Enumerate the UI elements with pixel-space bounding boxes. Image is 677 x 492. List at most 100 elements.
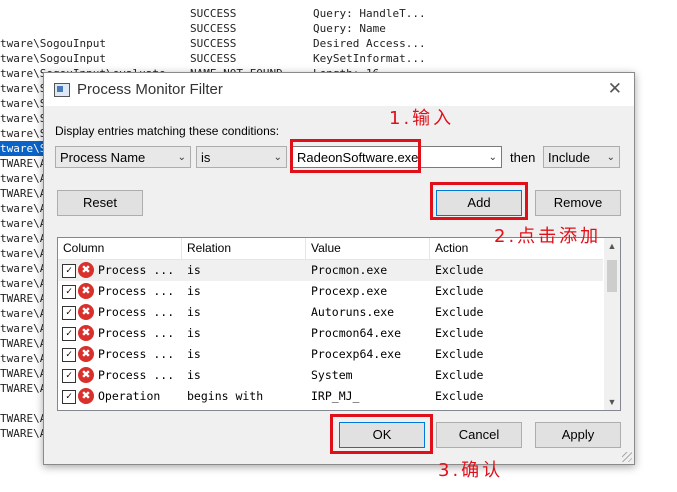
chevron-down-icon: ⌄: [488, 152, 497, 163]
annotation-step1: 1.输入: [389, 108, 455, 129]
filter-cell-relation: is: [187, 368, 201, 382]
apply-button[interactable]: Apply: [535, 422, 621, 448]
scroll-up-icon[interactable]: ▲: [604, 238, 620, 254]
log-cell-detail: Query: HandleT...: [313, 7, 426, 20]
annotation-box-add: [430, 182, 528, 220]
log-cell-path: TWARE\A: [0, 187, 47, 200]
header-relation[interactable]: Relation: [182, 238, 306, 259]
resize-grip[interactable]: [622, 452, 632, 462]
app-icon: [54, 83, 70, 97]
log-row[interactable]: tware\SogouInput SUCCESS KeySetInformat...: [0, 51, 677, 66]
exclude-icon: ✖: [78, 325, 94, 341]
log-cell-detail: Desired Access...: [313, 37, 426, 50]
filter-enabled-checkbox[interactable]: ✓: [62, 306, 76, 320]
log-cell-path: tware\A: [0, 247, 47, 260]
filter-enabled-checkbox[interactable]: ✓: [62, 285, 76, 299]
filter-enabled-checkbox[interactable]: ✓: [62, 327, 76, 341]
filter-cell-relation: is: [187, 347, 201, 361]
filter-enabled-checkbox[interactable]: ✓: [62, 390, 76, 404]
log-cell-path: tware\A: [0, 262, 47, 275]
dialog-titlebar[interactable]: Process Monitor Filter ✕: [44, 73, 634, 106]
filter-cell-relation: is: [187, 263, 201, 277]
action-select[interactable]: Include ⌄: [543, 146, 620, 168]
log-cell-path: tware\A: [0, 202, 47, 215]
log-row[interactable]: tware\SogouInput SUCCESS Desired Access...: [0, 36, 677, 51]
filter-cell-column: Process ...: [98, 263, 175, 277]
filter-cell-value: IRP_MJ_: [311, 389, 360, 403]
log-cell-path: TWARE\A: [0, 292, 47, 305]
log-cell-path: tware\A: [0, 232, 47, 245]
column-select[interactable]: Process Name ⌄: [55, 146, 191, 168]
log-cell-path: tware\A: [0, 322, 47, 335]
filter-enabled-checkbox[interactable]: ✓: [62, 348, 76, 362]
filter-row[interactable]: ✓ ✖ Operation begins with IRP_MJ_ Exclude: [58, 386, 603, 407]
filter-cell-column: Process ...: [98, 368, 175, 382]
filter-cell-relation: is: [187, 305, 201, 319]
filter-cell-action: Exclude: [435, 284, 484, 298]
filter-row[interactable]: ✓ ✖ Process ... is Procexp64.exe Exclude: [58, 344, 603, 365]
log-row[interactable]: SUCCESS Query: Name: [0, 21, 677, 36]
annotation-box-input: [290, 139, 421, 173]
log-cell-path: tware\S: [0, 141, 47, 156]
filter-cell-action: Exclude: [435, 263, 484, 277]
filter-enabled-checkbox[interactable]: ✓: [62, 264, 76, 278]
log-cell-path: tware\S: [0, 127, 47, 140]
log-cell-result: SUCCESS: [190, 7, 237, 20]
filter-row[interactable]: ✓ ✖ Process ... is Procmon.exe Exclude: [58, 260, 603, 281]
relation-select[interactable]: is ⌄: [196, 146, 287, 168]
reset-button[interactable]: Reset: [57, 190, 143, 216]
filter-cell-relation: begins with: [187, 389, 264, 403]
log-cell-result: SUCCESS: [190, 37, 237, 50]
filter-cell-column: Operation: [98, 389, 161, 403]
filter-list[interactable]: Column Relation Value Action ✓ ✖ Process .…: [57, 237, 621, 411]
log-cell-path: TWARE\A: [0, 367, 47, 380]
filter-row[interactable]: ✓ ✖ Process ... is Procexp.exe Exclude: [58, 281, 603, 302]
exclude-icon: ✖: [78, 367, 94, 383]
log-cell-path: TWARE\A: [0, 337, 47, 350]
dialog-title: Process Monitor Filter: [77, 81, 223, 98]
log-cell-path: tware\A: [0, 172, 47, 185]
exclude-icon: ✖: [78, 262, 94, 278]
filter-cell-value: Procexp64.exe: [311, 347, 402, 361]
filter-cell-relation: is: [187, 326, 201, 340]
remove-button[interactable]: Remove: [535, 190, 621, 216]
filter-cell-action: Exclude: [435, 368, 484, 382]
log-cell-result: SUCCESS: [190, 22, 237, 35]
log-cell-detail: Query: Name: [313, 22, 386, 35]
scroll-down-icon[interactable]: ▼: [604, 394, 620, 410]
filter-cell-column: Process ...: [98, 326, 175, 340]
log-cell-path: tware\A: [0, 277, 47, 290]
exclude-icon: ✖: [78, 304, 94, 320]
list-scrollbar[interactable]: ▲ ▼: [604, 238, 620, 410]
annotation-step3: 3.确认: [438, 460, 504, 481]
header-column[interactable]: Column: [58, 238, 182, 259]
log-cell-path: TWARE\A: [0, 157, 47, 170]
log-cell-detail: KeySetInformat...: [313, 52, 426, 65]
filter-row[interactable]: ✓ ✖ Process ... is Procmon64.exe Exclude: [58, 323, 603, 344]
log-cell-path: tware\S: [0, 112, 47, 125]
cancel-button[interactable]: Cancel: [436, 422, 522, 448]
log-cell-path: TWARE\A: [0, 382, 47, 395]
close-icon[interactable]: ✕: [608, 79, 622, 99]
log-cell-path: tware\A: [0, 217, 47, 230]
annotation-box-ok: [330, 414, 433, 454]
log-cell-path: tware\S: [0, 97, 47, 110]
action-select-value: Include: [548, 150, 590, 165]
log-cell-path: tware\SogouInput: [0, 37, 106, 50]
log-row[interactable]: SUCCESS Query: HandleT...: [0, 6, 677, 21]
filter-row[interactable]: ✓ ✖ Process ... is System Exclude: [58, 365, 603, 386]
log-cell-path: tware\S: [0, 82, 47, 95]
scroll-thumb[interactable]: [607, 260, 617, 292]
process-monitor-filter-dialog: Process Monitor Filter ✕ Display entries…: [43, 72, 635, 465]
filter-row[interactable]: ✓ ✖ Process ... is Autoruns.exe Exclude: [58, 302, 603, 323]
log-cell-path: tware\A: [0, 307, 47, 320]
filter-cell-value: Procmon64.exe: [311, 326, 402, 340]
filter-cell-value: Autoruns.exe: [311, 305, 395, 319]
log-cell-result: SUCCESS: [190, 52, 237, 65]
column-select-value: Process Name: [60, 150, 146, 165]
chevron-down-icon: ⌄: [273, 152, 282, 163]
filter-cell-value: System: [311, 368, 353, 382]
header-value[interactable]: Value: [306, 238, 430, 259]
exclude-icon: ✖: [78, 388, 94, 404]
filter-enabled-checkbox[interactable]: ✓: [62, 369, 76, 383]
